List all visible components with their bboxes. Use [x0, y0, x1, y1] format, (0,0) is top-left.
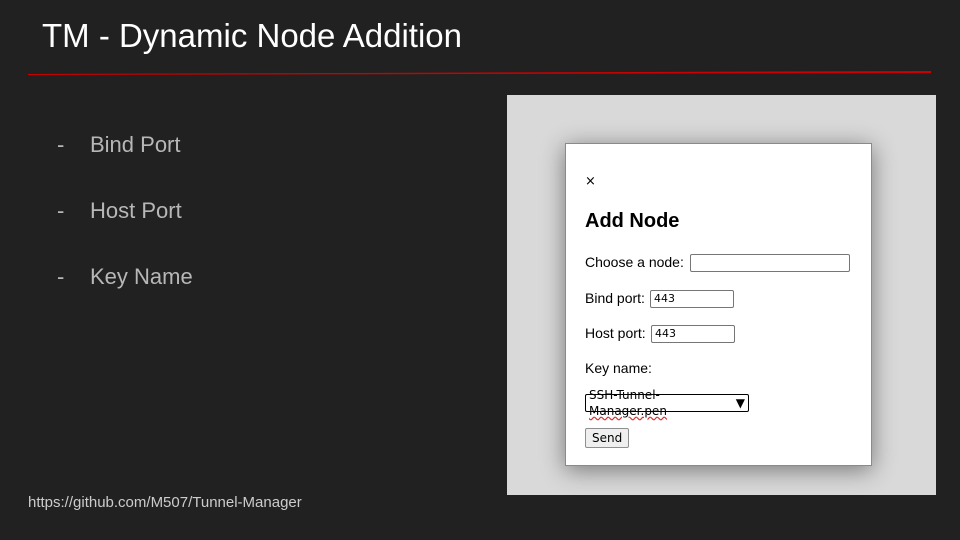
key-name-label: Key name: — [585, 360, 652, 376]
bullet-text: Bind Port — [90, 132, 181, 157]
bind-port-input[interactable]: 443 — [650, 290, 734, 308]
chevron-down-icon: ▼ — [735, 396, 745, 410]
choose-node-input[interactable] — [690, 254, 850, 272]
bullet-item: - Bind Port — [57, 126, 193, 192]
github-link[interactable]: https://github.com/M507/Tunnel-Manager — [28, 494, 302, 511]
bullet-list: - Bind Port - Host Port - Key Name — [57, 126, 193, 324]
host-port-label: Host port: — [585, 325, 646, 341]
add-node-modal: × Add Node Choose a node: Bind port: 443… — [565, 143, 872, 466]
send-button[interactable]: Send — [585, 428, 630, 448]
embedded-screenshot: × Add Node Choose a node: Bind port: 443… — [507, 95, 936, 495]
bind-port-label: Bind port: — [585, 290, 645, 306]
host-port-input[interactable]: 443 — [651, 325, 735, 343]
bullet-marker: - — [57, 198, 65, 223]
bullet-text: Host Port — [90, 198, 182, 223]
slide-title: TM - Dynamic Node Addition — [42, 17, 462, 54]
choose-node-label: Choose a node: — [585, 254, 684, 270]
bullet-text: Key Name — [90, 264, 193, 289]
bullet-item: - Key Name — [57, 258, 193, 324]
modal-title: Add Node — [585, 210, 680, 232]
bullet-item: - Host Port — [57, 192, 193, 258]
bullet-marker: - — [57, 132, 65, 157]
bullet-marker: - — [57, 264, 65, 289]
close-icon[interactable]: × — [585, 174, 596, 189]
key-name-select-value: SSH-Tunnel- Manager.pen — [589, 387, 736, 419]
key-name-prefix: SSH-Tunnel- — [589, 388, 660, 402]
title-underline — [28, 71, 931, 75]
key-name-select[interactable]: SSH-Tunnel- Manager.pen ▼ — [585, 388, 749, 418]
key-name-misspelled: Manager.pen — [589, 404, 667, 418]
